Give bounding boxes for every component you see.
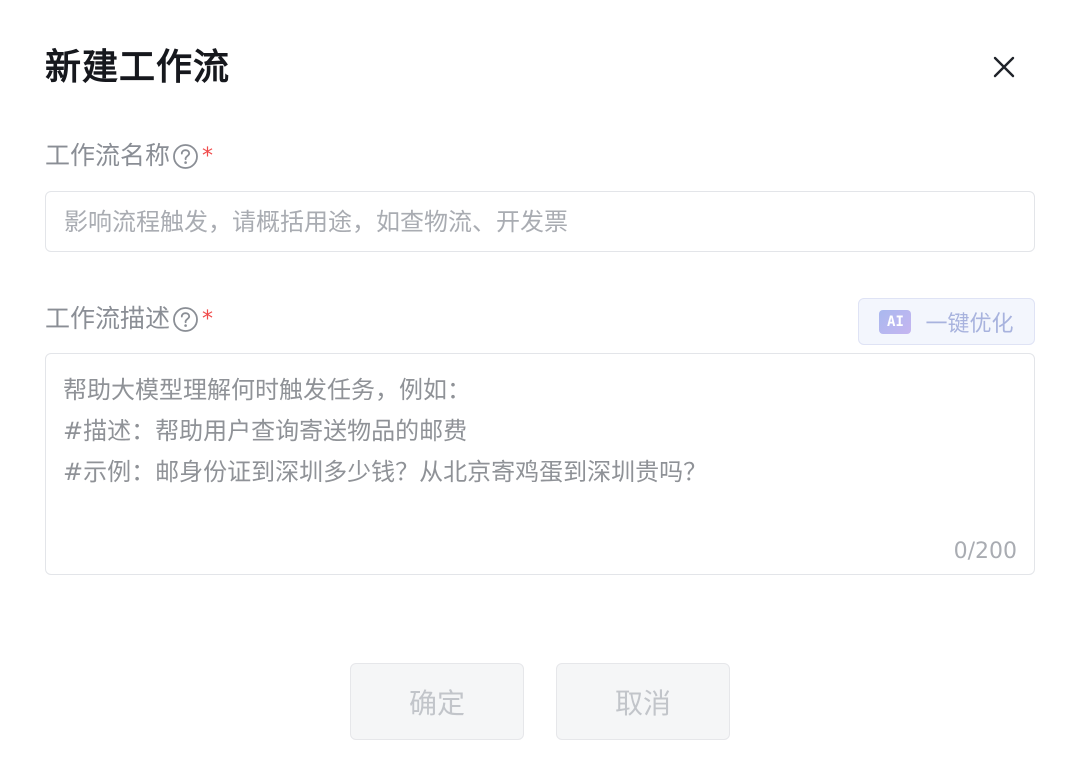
workflow-description-textarea[interactable] bbox=[46, 354, 1034, 534]
ai-optimize-button[interactable]: AI 一键优化 bbox=[858, 298, 1035, 345]
confirm-button[interactable]: 确定 bbox=[350, 663, 524, 740]
question-circle-icon[interactable] bbox=[172, 306, 199, 333]
workflow-name-label-text: 工作流名称 bbox=[45, 141, 171, 170]
create-workflow-dialog: 新建工作流 工作流名称 * 工作流描述 * AI bbox=[0, 0, 1080, 768]
required-mark: * bbox=[202, 144, 214, 169]
workflow-name-label: 工作流名称 * bbox=[45, 139, 213, 173]
character-counter: 0/200 bbox=[953, 539, 1017, 564]
cancel-button[interactable]: 取消 bbox=[556, 663, 730, 740]
required-mark: * bbox=[202, 307, 214, 332]
workflow-name-input[interactable] bbox=[45, 191, 1035, 252]
ai-optimize-label: 一键优化 bbox=[925, 311, 1014, 337]
workflow-description-label: 工作流描述 * bbox=[45, 302, 213, 336]
close-icon bbox=[993, 56, 1015, 78]
ai-badge-icon: AI bbox=[879, 309, 912, 334]
workflow-description-box: 0/200 bbox=[45, 353, 1035, 575]
close-button[interactable] bbox=[984, 47, 1024, 87]
workflow-description-label-text: 工作流描述 bbox=[45, 304, 171, 333]
dialog-title: 新建工作流 bbox=[45, 47, 231, 88]
question-circle-icon[interactable] bbox=[172, 143, 199, 170]
